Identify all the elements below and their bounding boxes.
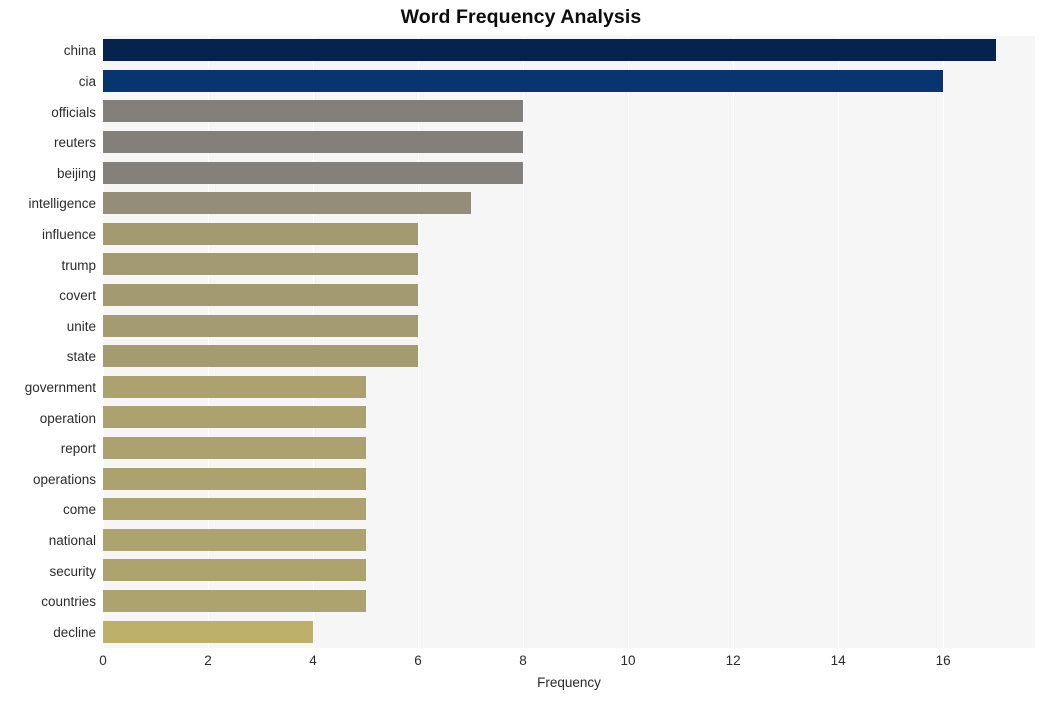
- y-tick-label-national: national: [48, 532, 96, 548]
- y-tick-label-china: china: [63, 43, 96, 59]
- bar-operation[interactable]: [103, 406, 366, 429]
- y-tick-label-reuters: reuters: [53, 135, 96, 151]
- bar-covert[interactable]: [103, 284, 419, 307]
- bar-row: [103, 97, 1035, 126]
- bar-row: [103, 128, 1035, 157]
- x-tick-label-14: 14: [830, 653, 846, 668]
- bar-cia[interactable]: [103, 69, 944, 92]
- y-tick-label-state: state: [66, 349, 96, 365]
- chart-title: Word Frequency Analysis: [400, 6, 642, 28]
- y-tick-label-influence: influence: [41, 226, 96, 242]
- bar-intelligence[interactable]: [103, 192, 471, 215]
- bar-row: [103, 342, 1035, 371]
- bar-officials[interactable]: [103, 100, 524, 123]
- bar-government[interactable]: [103, 375, 366, 398]
- y-tick-label-trump: trump: [61, 257, 96, 273]
- bar-china[interactable]: [103, 39, 996, 62]
- bar-row: [103, 373, 1035, 402]
- chart-figure: Word Frequency Analysis china cia official…: [0, 0, 1042, 701]
- bar-row: [103, 464, 1035, 493]
- bar-row: [103, 556, 1035, 585]
- bar-row: [103, 220, 1035, 249]
- y-tick-label-unite: unite: [66, 318, 96, 334]
- bar-countries[interactable]: [103, 590, 366, 613]
- y-tick-label-government: government: [24, 379, 96, 395]
- x-axis-title: Frequency: [537, 675, 601, 690]
- x-tick-label-8: 8: [519, 653, 527, 668]
- bar-national[interactable]: [103, 528, 366, 551]
- y-tick-label-cia: cia: [78, 73, 96, 89]
- bar-decline[interactable]: [103, 620, 314, 643]
- y-tick-label-operations: operations: [32, 471, 96, 487]
- y-tick-label-officials: officials: [51, 104, 96, 120]
- y-tick-label-intelligence: intelligence: [28, 196, 96, 212]
- bar-row: [103, 587, 1035, 616]
- y-tick-label-security: security: [49, 563, 96, 579]
- bar-row: [103, 250, 1035, 279]
- bar-reuters[interactable]: [103, 131, 524, 154]
- bar-operations[interactable]: [103, 467, 366, 490]
- x-tick-label-4: 4: [309, 653, 317, 668]
- bar-state[interactable]: [103, 345, 419, 368]
- bar-row: [103, 189, 1035, 218]
- bar-row: [103, 311, 1035, 340]
- bar-row: [103, 434, 1035, 463]
- bar-unite[interactable]: [103, 314, 419, 337]
- x-tick-label-6: 6: [414, 653, 422, 668]
- y-tick-label-covert: covert: [59, 288, 96, 304]
- bar-security[interactable]: [103, 559, 366, 582]
- bar-row: [103, 495, 1035, 524]
- y-tick-label-come: come: [62, 502, 96, 518]
- bar-row: [103, 67, 1035, 96]
- bar-come[interactable]: [103, 498, 366, 521]
- y-tick-label-report: report: [60, 441, 96, 457]
- x-tick-label-0: 0: [99, 653, 107, 668]
- bar-row: [103, 281, 1035, 310]
- bar-row: [103, 158, 1035, 187]
- bar-row: [103, 526, 1035, 555]
- x-tick-label-2: 2: [204, 653, 212, 668]
- bar-trump[interactable]: [103, 253, 419, 276]
- bar-report[interactable]: [103, 437, 366, 460]
- y-tick-label-countries: countries: [41, 594, 96, 610]
- bar-row: [103, 403, 1035, 432]
- y-tick-label-beijing: beijing: [56, 165, 96, 181]
- y-tick-label-operation: operation: [39, 410, 96, 426]
- bar-row: [103, 617, 1035, 646]
- y-axis-tick-labels: china cia officials reuters beijing intellige…: [0, 36, 96, 648]
- bar-influence[interactable]: [103, 222, 419, 245]
- bar-row: [103, 36, 1035, 65]
- bar-beijing[interactable]: [103, 161, 524, 184]
- x-tick-label-12: 12: [725, 653, 741, 668]
- x-tick-label-16: 16: [935, 653, 951, 668]
- y-tick-label-decline: decline: [53, 624, 96, 640]
- x-tick-label-10: 10: [620, 653, 636, 668]
- x-axis-tick-labels: 0 2 4 6 8 10 12 14 16: [0, 653, 1042, 673]
- plot-area: [103, 36, 1035, 648]
